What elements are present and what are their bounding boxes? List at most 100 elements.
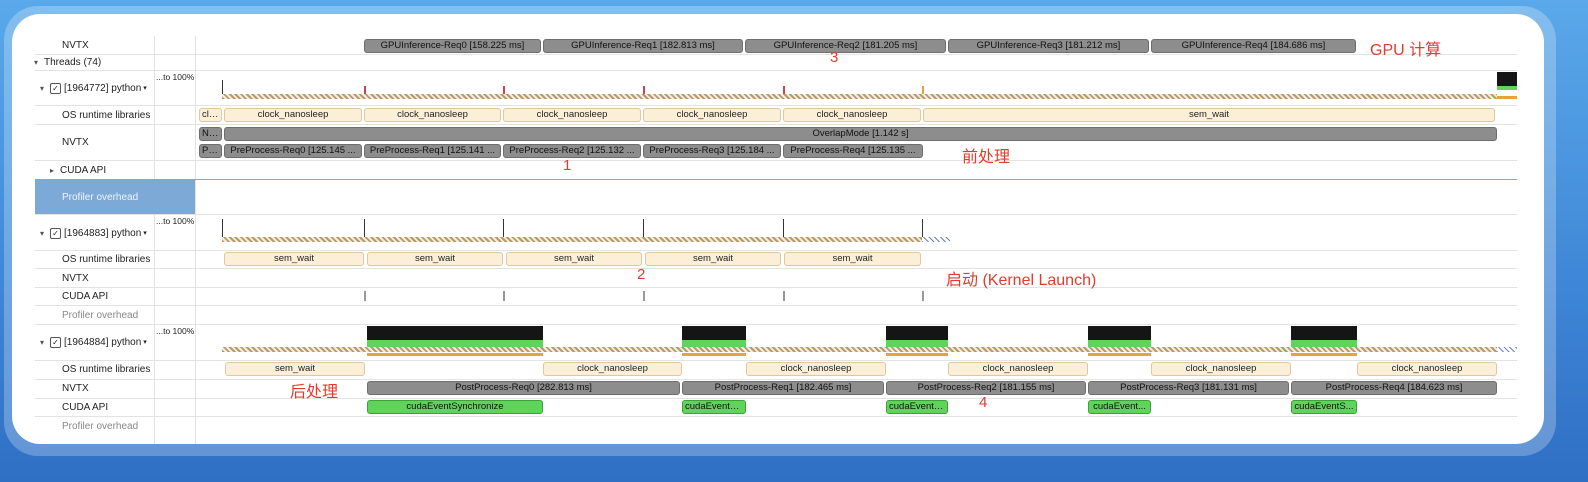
expand-arrow-icon[interactable]: ▸ [50,166,60,175]
os-call-bar[interactable]: clock_nanosleep [1151,362,1291,376]
nvtx-top-label: NVTX [62,39,89,51]
os-call-bar[interactable]: clock_nanosleep [503,108,641,122]
threads-header[interactable]: ▾ Threads (74) [34,53,178,71]
cuda-call-bar[interactable]: cudaEvent... [1088,400,1151,414]
thread-1-label: [1964772] python [64,82,142,94]
dropdown-icon[interactable]: ▾ [143,338,147,346]
activity-orange [1497,96,1517,99]
cuda-call-tick[interactable] [783,291,785,301]
activity-green [1088,340,1151,347]
cuda-call-tick[interactable] [364,291,366,301]
activity-tick [503,86,505,94]
os-call-bar[interactable]: clo... [199,108,222,122]
gpu-inference-bar[interactable]: GPUInference-Req2 [181.205 ms] [745,39,946,53]
postprocess-bar[interactable]: PostProcess-Req4 [184.623 ms] [1291,381,1497,395]
row-divider [35,268,1517,269]
cuda-call-tick[interactable] [503,291,505,301]
dropdown-icon[interactable]: ▾ [143,229,147,237]
row-divider [35,160,1517,161]
cuda-call-tick[interactable] [922,291,924,301]
collapse-arrow-icon[interactable]: ▾ [34,58,44,67]
cuda-call-bar[interactable]: cudaEventS... [886,400,948,414]
checkbox-checked-icon[interactable]: ✓ [50,82,61,94]
profiler-timeline-card: NVTX GPUInference-Req0 [158.225 ms] GPUI… [12,14,1544,444]
row-divider [35,360,1517,361]
activity-tick [783,86,785,94]
nvtx-range-bar[interactable]: Nor... [199,127,222,141]
gpu-inference-bar[interactable]: GPUInference-Req3 [181.212 ms] [948,39,1149,53]
os-call-bar[interactable]: clock_nanosleep [643,108,781,122]
activity-green [1291,340,1357,347]
row-divider [35,105,1517,106]
nvtx-range-bar[interactable]: Pos... [199,144,222,158]
os-call-bar[interactable]: clock_nanosleep [543,362,682,376]
activity-block [1088,326,1151,340]
thread-activity-strip [222,347,1497,352]
activity-orange [682,353,746,356]
gpu-inference-bar[interactable]: GPUInference-Req4 [184.686 ms] [1151,39,1356,53]
thread-2-header[interactable]: ▾ ✓ [1964883] python ▾ [40,224,184,242]
activity-green [367,340,543,347]
collapse-arrow-icon[interactable]: ▾ [40,229,50,238]
preprocess-bar[interactable]: PreProcess-Req2 [125.132 ... [503,144,641,158]
overlap-mode-bar[interactable]: OverlapMode [1.142 s] [224,127,1497,141]
activity-tick [922,86,924,94]
activity-orange [1088,353,1151,356]
os-call-bar[interactable]: sem_wait [923,108,1495,122]
activity-orange [367,353,543,356]
cuda-call-bar[interactable]: cudaEventSynchronize [367,400,543,414]
os-call-bar[interactable]: clock_nanosleep [783,108,921,122]
checkbox-checked-icon[interactable]: ✓ [50,227,61,239]
activity-tick [922,219,923,237]
row-divider [35,305,1517,306]
cuda-call-bar[interactable]: cudaEventS... [1291,400,1357,414]
os-runtime-label: OS runtime libraries [62,109,151,121]
row-divider [35,124,1517,125]
os-call-bar[interactable]: sem_wait [367,252,503,266]
os-call-bar[interactable]: clock_nanosleep [1357,362,1497,376]
cuda-api-row[interactable]: ▸ CUDA API [50,161,194,179]
os-call-bar[interactable]: sem_wait [784,252,921,266]
cuda-call-tick[interactable] [643,291,645,301]
activity-tick [222,219,223,237]
os-call-bar[interactable]: sem_wait [645,252,781,266]
activity-tick [783,219,784,237]
postprocess-bar[interactable]: PostProcess-Req3 [181.131 ms] [1088,381,1289,395]
kernel-launch-annotation: 启动 (Kernel Launch) [946,272,1097,289]
activity-block [1291,326,1357,340]
gpu-inference-bar[interactable]: GPUInference-Req1 [182.813 ms] [543,39,743,53]
dropdown-icon[interactable]: ▾ [143,84,147,92]
preprocess-bar[interactable]: PreProcess-Req0 [125.145 ... [224,144,362,158]
activity-tick [364,86,366,94]
preprocess-bar[interactable]: PreProcess-Req3 [125.184 ... [643,144,781,158]
row-divider [35,287,1517,288]
postprocess-bar[interactable]: PostProcess-Req2 [181.155 ms] [886,381,1086,395]
collapse-arrow-icon[interactable]: ▾ [40,84,50,93]
cuda-call-bar[interactable]: cudaEventS... [682,400,746,414]
os-call-bar[interactable]: clock_nanosleep [224,108,362,122]
thread-activity-tail [922,237,950,242]
collapse-arrow-icon[interactable]: ▾ [40,338,50,347]
preprocess-bar[interactable]: PreProcess-Req1 [125.141 ... [364,144,501,158]
postprocess-bar[interactable]: PostProcess-Req1 [182.465 ms] [682,381,884,395]
row-divider [35,179,1517,180]
percent-label: ...to 100% [156,216,195,226]
postprocess-annotation: 后处理 [290,384,339,401]
postprocess-bar[interactable]: PostProcess-Req0 [282.813 ms] [367,381,680,395]
os-call-bar[interactable]: clock_nanosleep [948,362,1088,376]
os-call-bar[interactable]: clock_nanosleep [746,362,886,376]
preprocess-annotation: 前处理 [962,149,1011,166]
checkbox-checked-icon[interactable]: ✓ [50,336,61,348]
thread-3-label: [1964884] python [64,336,142,348]
row-divider [35,70,1517,71]
os-runtime-label: OS runtime libraries [62,253,151,265]
os-call-bar[interactable]: sem_wait [506,252,642,266]
gpu-inference-bar[interactable]: GPUInference-Req0 [158.225 ms] [364,39,541,53]
nvtx-label: NVTX [62,136,89,148]
os-call-bar[interactable]: clock_nanosleep [364,108,501,122]
activity-tick [643,86,645,94]
os-call-bar[interactable]: sem_wait [225,362,365,376]
preprocess-bar[interactable]: PreProcess-Req4 [125.135 ... [783,144,923,158]
threads-count-label: Threads (74) [44,56,102,68]
os-call-bar[interactable]: sem_wait [224,252,364,266]
